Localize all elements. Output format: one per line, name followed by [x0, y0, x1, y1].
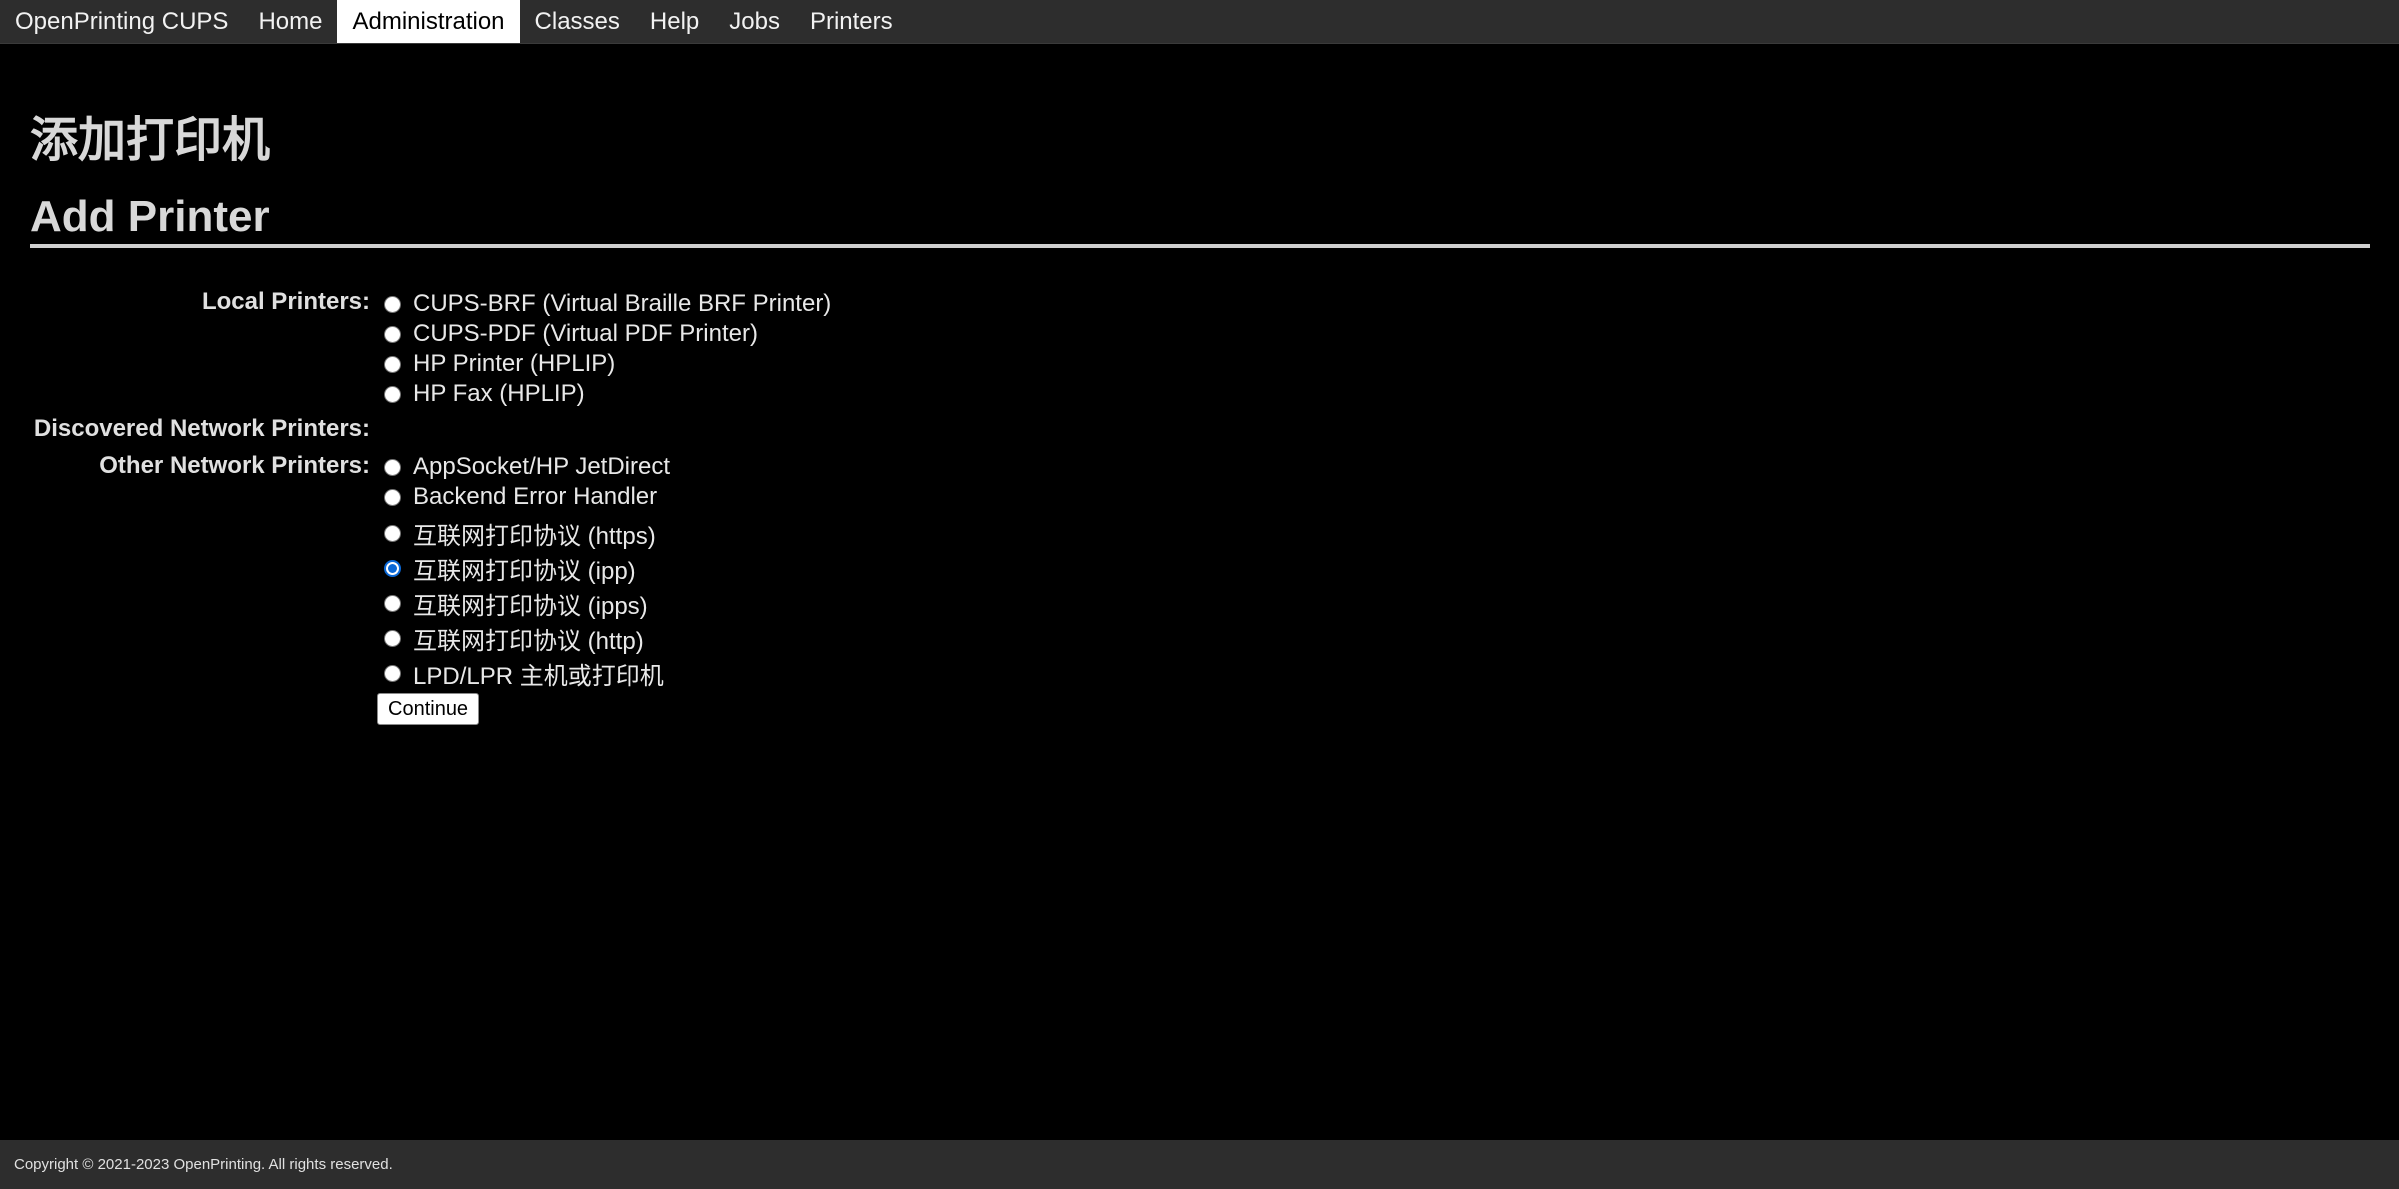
radio-option-label: Backend Error Handler — [413, 483, 658, 510]
radio-button[interactable] — [384, 595, 401, 612]
radio-option-label: CUPS-BRF (Virtual Braille BRF Printer) — [413, 290, 832, 317]
radio-option-cups-brf[interactable]: CUPS-BRF (Virtual Braille BRF Printer) — [384, 290, 831, 318]
continue-button[interactable]: Continue — [377, 693, 480, 725]
radio-option-lpd-lpr[interactable]: LPD/LPR 主机或打印机 — [384, 656, 664, 691]
radio-option-label: 互联网打印协议 (ipps) — [413, 593, 648, 620]
radio-option-label: LPD/LPR 主机或打印机 — [413, 663, 664, 690]
radio-button[interactable] — [384, 488, 401, 506]
radio-option-appsocket[interactable]: AppSocket/HP JetDirect — [384, 453, 670, 481]
nav-jobs[interactable]: Jobs — [714, 0, 795, 43]
radio-button[interactable] — [384, 525, 401, 542]
radio-option-label: 互联网打印协议 (https) — [413, 523, 656, 550]
footer: Copyright © 2021-2023 OpenPrinting. All … — [0, 1140, 2399, 1189]
radio-option-hp-printer[interactable]: HP Printer (HPLIP) — [384, 350, 615, 378]
radio-option-ipps[interactable]: 互联网打印协议 (ipps) — [384, 586, 648, 621]
nav-administration[interactable]: Administration — [337, 0, 520, 43]
radio-option-ipp-https[interactable]: 互联网打印协议 (https) — [384, 516, 656, 551]
radio-option-ipp[interactable]: 互联网打印协议 (ipp) — [384, 551, 636, 586]
radio-option-label: HP Printer (HPLIP) — [413, 350, 616, 377]
radio-button[interactable] — [384, 325, 401, 343]
nav-brand-link[interactable]: OpenPrinting CUPS — [0, 0, 243, 43]
radio-option-ipp-http[interactable]: 互联网打印协议 (http) — [384, 621, 644, 656]
other-network-printers-label: Other Network Printers: — [99, 452, 370, 479]
radio-button[interactable] — [384, 630, 401, 647]
top-nav: OpenPrinting CUPS Home Administration Cl… — [0, 0, 2399, 44]
copyright-text: Copyright © 2021-2023 OpenPrinting. All … — [14, 1156, 393, 1173]
radio-option-label: CUPS-PDF (Virtual PDF Printer) — [413, 320, 758, 347]
radio-button[interactable] — [384, 385, 401, 403]
radio-button[interactable] — [384, 665, 401, 682]
radio-button[interactable] — [384, 355, 401, 373]
radio-button-selected[interactable] — [384, 560, 401, 577]
nav-home[interactable]: Home — [243, 0, 337, 43]
local-printers-label: Local Printers: — [201, 288, 370, 315]
nav-help[interactable]: Help — [635, 0, 714, 43]
discovered-network-printers-label: Discovered Network Printers: — [33, 415, 370, 442]
radio-option-cups-pdf[interactable]: CUPS-PDF (Virtual PDF Printer) — [384, 320, 758, 348]
page-title: Add Printer — [30, 192, 270, 241]
radio-option-backend-error-handler[interactable]: Backend Error Handler — [384, 483, 657, 511]
nav-printers[interactable]: Printers — [795, 0, 908, 43]
radio-button[interactable] — [384, 458, 401, 476]
radio-option-hp-fax[interactable]: HP Fax (HPLIP) — [384, 380, 585, 408]
radio-option-label: HP Fax (HPLIP) — [413, 380, 585, 407]
page-title-chinese: 添加打印机 — [30, 112, 271, 168]
title-divider — [30, 244, 2370, 248]
radio-option-label: 互联网打印协议 (ipp) — [413, 558, 636, 585]
radio-option-label: 互联网打印协议 (http) — [413, 628, 644, 655]
radio-option-label: AppSocket/HP JetDirect — [413, 453, 671, 480]
radio-button[interactable] — [384, 295, 401, 313]
nav-classes[interactable]: Classes — [520, 0, 635, 43]
